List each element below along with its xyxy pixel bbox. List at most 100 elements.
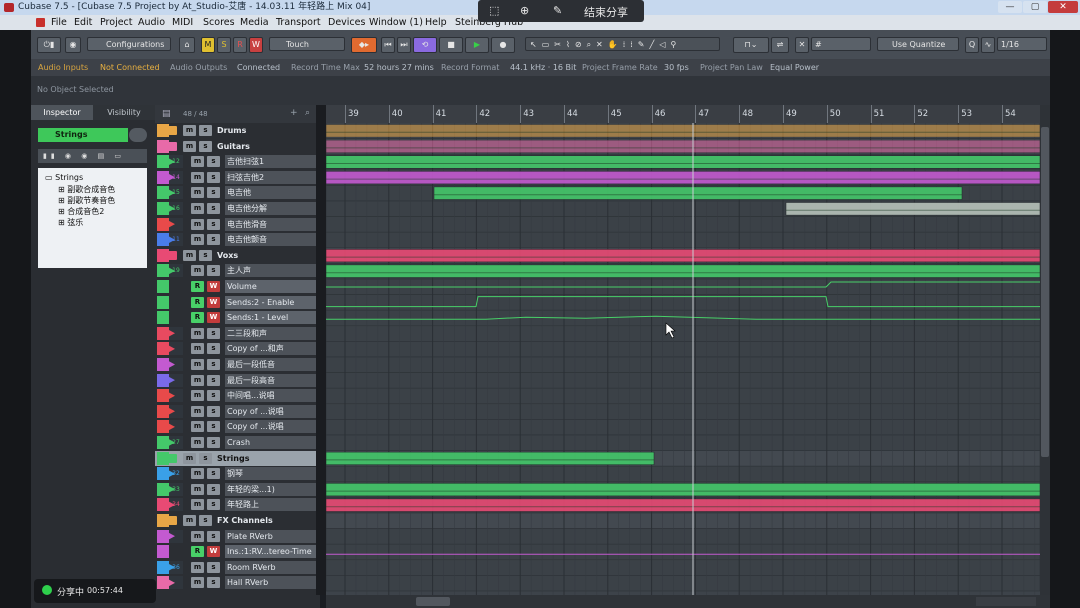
- mute-button[interactable]: m: [191, 156, 204, 168]
- grid-icon[interactable]: #: [811, 37, 871, 51]
- pen-icon[interactable]: ✎: [553, 4, 562, 17]
- mute-button[interactable]: m: [191, 265, 204, 277]
- inspector-track-toggle[interactable]: [129, 128, 147, 142]
- lock-icon[interactable]: ⌂: [179, 37, 195, 53]
- timeline-ruler[interactable]: 39 40 41 42 43 44 45 46 47 48 49 50 51 52 53 54: [326, 105, 1040, 124]
- zoom-slider[interactable]: [976, 597, 1036, 606]
- menu-audio[interactable]: Audio: [138, 15, 165, 30]
- mute-button[interactable]: m: [191, 468, 204, 480]
- track-header[interactable]: 32 m s 钢琴: [155, 466, 320, 481]
- track-name[interactable]: Crash: [225, 436, 317, 449]
- configurations-dropdown[interactable]: Configurations: [87, 37, 171, 51]
- menu-edit[interactable]: Edit: [74, 15, 92, 30]
- vertical-scroll-thumb[interactable]: [1041, 127, 1049, 457]
- folder-icon[interactable]: [165, 516, 177, 525]
- folder-icon[interactable]: [165, 141, 177, 151]
- automation-lane-header[interactable]: R W Sends:2 - Enable: [155, 295, 320, 310]
- minimize-button[interactable]: —: [998, 1, 1022, 13]
- track-name[interactable]: 吉他扫弦1: [225, 155, 317, 169]
- track-name[interactable]: Drums: [217, 124, 246, 137]
- solo-button[interactable]: s: [207, 421, 220, 433]
- track-header[interactable]: m s 电吉他滑音: [155, 217, 320, 232]
- track-name[interactable]: Voxs: [217, 249, 238, 262]
- go-to-start-icon[interactable]: ⏮: [381, 37, 395, 53]
- read-automation-button[interactable]: R: [191, 312, 204, 324]
- solo-button[interactable]: s: [199, 125, 212, 136]
- go-to-end-icon[interactable]: ⏭: [397, 37, 411, 53]
- mute-button[interactable]: m: [191, 437, 204, 448]
- close-gap-icon[interactable]: ✕: [795, 37, 809, 53]
- solo-button[interactable]: s: [207, 359, 220, 370]
- tree-item[interactable]: ⊞ 副歌节奏音色: [58, 195, 115, 206]
- mute-button[interactable]: m: [191, 218, 204, 230]
- automation-mode-dropdown[interactable]: Touch: [269, 37, 345, 51]
- track-header[interactable]: 33 m s 年轻的梁...1): [155, 482, 320, 497]
- menu-midi[interactable]: MIDI: [172, 15, 193, 30]
- inspector-track-name[interactable]: Strings: [38, 128, 128, 142]
- maximize-button[interactable]: ▢: [1023, 1, 1047, 13]
- snap-toggle-icon[interactable]: ⇌: [771, 37, 789, 53]
- menu-window[interactable]: Window (1): [369, 15, 423, 30]
- track-header[interactable]: m s Plate RVerb: [155, 529, 320, 544]
- frame-rate-value[interactable]: 30 fps: [664, 59, 689, 76]
- mute-button[interactable]: m: [191, 343, 204, 355]
- track-header[interactable]: m s Hall RVerb: [155, 575, 320, 590]
- solo-button[interactable]: s: [207, 171, 220, 183]
- track-header[interactable]: 34 m s 年轻路上: [155, 497, 320, 512]
- track-header[interactable]: 19 m s 主人声: [155, 263, 320, 278]
- solo-button[interactable]: s: [207, 265, 220, 277]
- audio-inputs-label[interactable]: Audio Inputs: [38, 59, 88, 76]
- automation-parameter[interactable]: Sends:2 - Enable: [225, 295, 317, 309]
- write-automation-button[interactable]: W: [207, 312, 220, 324]
- solo-button[interactable]: s: [207, 405, 220, 417]
- solo-button[interactable]: s: [207, 327, 220, 339]
- read-automation-button[interactable]: R: [191, 281, 204, 292]
- constrain-icon[interactable]: ◉: [65, 37, 81, 53]
- solo-button[interactable]: s: [207, 530, 220, 542]
- record-format-value[interactable]: 44.1 kHz · 16 Bit: [510, 59, 576, 76]
- solo-button[interactable]: s: [207, 374, 220, 386]
- track-header[interactable]: 11 m s 电吉他颤音: [155, 232, 320, 247]
- mute-button[interactable]: m: [191, 499, 204, 511]
- track-header[interactable]: m s Copy of ...说唱: [155, 404, 320, 419]
- event-display[interactable]: [326, 123, 1040, 595]
- track-name[interactable]: Hall RVerb: [225, 576, 317, 590]
- solo-button[interactable]: s: [207, 156, 220, 168]
- menu-file[interactable]: File: [51, 15, 67, 30]
- mute-button[interactable]: m: [183, 125, 196, 136]
- mute-button[interactable]: m: [191, 530, 204, 542]
- automation-lane-header[interactable]: R W Ins.:1:RV...tereo-Time: [155, 544, 320, 559]
- track-name[interactable]: Copy of ...说唱: [225, 404, 317, 418]
- track-header[interactable]: 27 m s Crash: [155, 435, 320, 450]
- tool-palette[interactable]: ↖▭✂⌇⊘⌕✕✋⁞⁞✎╱◁⚲: [525, 37, 720, 51]
- add-track-icon[interactable]: +: [290, 108, 298, 118]
- mute-button[interactable]: m: [191, 171, 204, 183]
- track-name[interactable]: Strings: [217, 452, 249, 465]
- tree-item[interactable]: ⊞ 副歌合成音色: [58, 184, 115, 195]
- tree-item[interactable]: ⊞ 合成音色2: [58, 206, 104, 217]
- tree-item[interactable]: ⊞ 弦乐: [58, 217, 83, 228]
- track-name[interactable]: 电吉他滑音: [225, 217, 317, 231]
- menu-devices[interactable]: Devices: [328, 15, 365, 30]
- track-name[interactable]: 电吉他: [225, 186, 317, 200]
- horizontal-scrollbar[interactable]: [326, 595, 1050, 608]
- track-list-icon[interactable]: ▤: [162, 109, 171, 119]
- track-name[interactable]: Copy of ...和声: [225, 342, 317, 356]
- app-menu-icon[interactable]: [36, 18, 45, 27]
- record-time-max-label[interactable]: Record Time Max: [291, 59, 360, 76]
- track-header[interactable]: m s 最后一段高音: [155, 373, 320, 388]
- snap-icon[interactable]: ⊓⌄: [733, 37, 769, 53]
- mute-button[interactable]: m: [191, 327, 204, 339]
- read-all-button[interactable]: R: [233, 37, 247, 53]
- pan-law-value[interactable]: Equal Power: [770, 59, 819, 76]
- region-select-icon[interactable]: ⬚: [489, 4, 499, 17]
- write-automation-button[interactable]: W: [207, 546, 220, 558]
- solo-all-button[interactable]: S: [217, 37, 231, 53]
- track-header[interactable]: 15 m s 电吉他: [155, 185, 320, 200]
- track-name[interactable]: 最后一段高音: [225, 373, 317, 387]
- track-name[interactable]: 电吉他分解: [225, 202, 317, 215]
- mute-button[interactable]: m: [191, 203, 204, 214]
- write-all-button[interactable]: W: [249, 37, 263, 53]
- close-button[interactable]: ✕: [1048, 1, 1078, 13]
- track-name[interactable]: Plate RVerb: [225, 529, 317, 543]
